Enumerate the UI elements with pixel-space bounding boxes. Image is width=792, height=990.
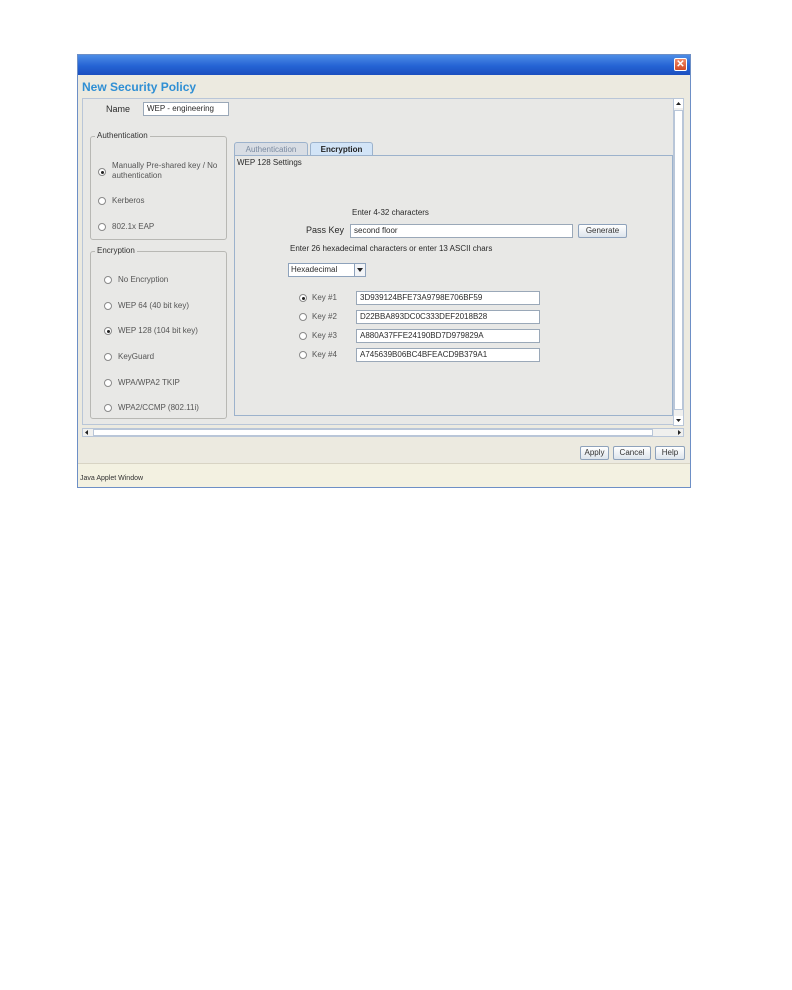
key-format-select[interactable]: Hexadecimal [288,263,366,277]
key1-input[interactable]: 3D939124BFE73A9798E706BF59 [356,291,540,305]
dialog-title: New Security Policy [82,80,197,94]
enc-radio-wep64[interactable] [104,302,112,310]
auth-option-label: 802.1x EAP [112,222,155,231]
scroll-down-icon[interactable] [674,416,683,425]
key-format-value: Hexadecimal [291,265,338,274]
encryption-tab-panel: WEP 128 Settings Enter 4-32 characters P… [234,155,673,416]
auth-option-label: Manually Pre-shared key / No authenticat… [112,161,218,180]
enc-option-label: WPA/WPA2 TKIP [118,378,180,387]
enc-radio-wpa-tkip[interactable] [104,379,112,387]
key3-label: Key #3 [312,331,337,340]
applet-window: ✕ New Security Policy Name WEP - enginee… [77,54,691,488]
auth-radio-kerberos[interactable] [98,197,106,205]
vertical-scroll-thumb[interactable] [674,110,683,410]
scroll-right-icon[interactable] [675,429,683,436]
chevron-down-icon[interactable] [354,264,365,276]
key3-radio[interactable] [299,332,307,340]
name-label: Name [106,104,131,114]
key2-input[interactable]: D22BBA893DC0C333DEF2018B28 [356,310,540,324]
key4-input[interactable]: A745639B06BC4BFEACD9B379A1 [356,348,540,362]
key4-label: Key #4 [312,350,337,359]
vertical-scrollbar[interactable] [673,98,684,426]
key4-radio[interactable] [299,351,307,359]
status-text: Java Applet Window [80,475,144,482]
passkey-input[interactable]: second floor [350,224,573,238]
key3-input[interactable]: A880A37FFE24190BD7D979829A [356,329,540,343]
enc-radio-keyguard[interactable] [104,353,112,361]
cancel-button[interactable]: Cancel [613,446,651,460]
status-bar: Java Applet Window [78,463,690,487]
window-title-bar[interactable]: ✕ [78,55,690,75]
apply-button[interactable]: Apply [580,446,609,460]
enc-option-label: No Encryption [118,275,169,284]
passkey-hint: Enter 4-32 characters [352,208,429,217]
wep-settings-title: WEP 128 Settings [237,158,302,167]
key2-label: Key #2 [312,312,337,321]
enc-radio-wpa2-ccmp[interactable] [104,404,112,412]
scroll-left-icon[interactable] [83,429,91,436]
key1-radio[interactable] [299,294,307,302]
key1-label: Key #1 [312,293,337,302]
policy-form: Name WEP - engineering Authentication Ma… [82,98,675,425]
enc-option-label: KeyGuard [118,352,155,361]
horizontal-scrollbar[interactable] [82,428,684,437]
name-input[interactable]: WEP - engineering [143,102,229,116]
enc-option-label: WEP 64 (40 bit key) [118,301,189,310]
auth-option-label: Kerberos [112,196,145,205]
enc-option-label: WEP 128 (104 bit key) [118,326,198,335]
auth-radio-preshared[interactable] [98,168,106,176]
passkey-label: Pass Key [306,225,345,235]
enc-option-label: WPA2/CCMP (802.11i) [118,403,199,412]
key2-radio[interactable] [299,313,307,321]
tab-encryption[interactable]: Encryption [310,142,373,156]
close-icon[interactable]: ✕ [674,58,687,71]
help-button[interactable]: Help [655,446,685,460]
tab-authentication[interactable]: Authentication [234,142,308,156]
enc-radio-none[interactable] [104,276,112,284]
horizontal-scroll-thumb[interactable] [93,429,653,436]
generate-button[interactable]: Generate [578,224,627,238]
auth-radio-8021x-eap[interactable] [98,223,106,231]
hex-hint: Enter 26 hexadecimal characters or enter… [290,244,493,253]
authentication-group: Authentication Manually Pre-shared key /… [90,131,227,240]
encryption-group-title: Encryption [95,246,137,255]
scroll-up-icon[interactable] [674,99,683,108]
enc-radio-wep128[interactable] [104,327,112,335]
encryption-group: Encryption No Encryption WEP 64 (40 bit … [90,246,227,419]
authentication-group-title: Authentication [95,131,150,140]
